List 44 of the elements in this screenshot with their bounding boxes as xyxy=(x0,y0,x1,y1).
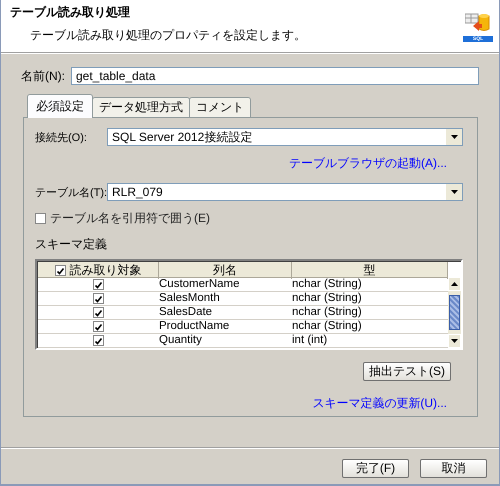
dropdown-arrow-icon xyxy=(450,190,458,194)
table-cell-text: Quantity xyxy=(159,334,203,347)
cancel-button[interactable]: 取消 xyxy=(420,459,487,478)
checkbox[interactable] xyxy=(93,293,104,304)
table-cell-text: int (int) xyxy=(292,334,328,347)
table-browser-link[interactable]: テーブルブラウザの起動(A)... xyxy=(289,155,447,172)
checkbox[interactable] xyxy=(93,307,104,318)
table-cell-text: nchar (String) xyxy=(292,278,363,291)
dialog-subtitle: テーブル読み取り処理のプロパティを設定します。 xyxy=(29,27,307,44)
checkbox[interactable] xyxy=(93,321,104,332)
table-cell-text: ProductName xyxy=(159,320,230,333)
connection-label: 接続先(O): xyxy=(35,130,88,144)
table-name-dropdown[interactable]: RLR_079 xyxy=(107,183,463,201)
checkbox[interactable] xyxy=(93,335,104,346)
table-cell-text: nchar (String) xyxy=(292,320,363,333)
table-cell-text: nchar (String) xyxy=(292,292,363,305)
update-schema-link[interactable]: スキーマ定義の更新(U)... xyxy=(312,395,447,412)
quote-option-label: テーブル名を引用符で囲う(E) xyxy=(50,210,210,227)
checkbox[interactable] xyxy=(93,279,104,290)
table-cell-text: CustomerName xyxy=(159,278,241,291)
column-header[interactable]: 列名 xyxy=(213,262,237,279)
scrollbar-thumb[interactable] xyxy=(449,295,460,330)
tab[interactable]: 必須設定 xyxy=(27,94,93,118)
table-cell-text: SalesMonth xyxy=(159,292,221,305)
dropdown-arrow-icon xyxy=(450,135,458,139)
table-name-label: テーブル名(T): xyxy=(35,186,107,200)
checkbox[interactable] xyxy=(54,265,66,276)
extract-test-button[interactable]: 抽出テスト(S) xyxy=(363,362,451,381)
tab[interactable]: コメント xyxy=(189,97,251,117)
scroll-up-icon[interactable] xyxy=(451,282,458,286)
schema-label: スキーマ定義 xyxy=(35,236,108,253)
tab[interactable]: データ処理方式 xyxy=(92,97,190,117)
table-cell-text: nchar (String) xyxy=(292,306,363,319)
connection-dropdown[interactable]: SQL Server 2012接続設定 xyxy=(107,128,463,146)
table-cell-text: SalesDate xyxy=(159,306,214,319)
database-table-icon xyxy=(465,14,490,31)
name-label: 名前(N): xyxy=(21,68,65,84)
scroll-down-icon[interactable] xyxy=(451,338,458,343)
column-header[interactable]: 読み取り対象 xyxy=(70,262,142,279)
checkbox[interactable] xyxy=(35,213,46,224)
dialog-title: テーブル読み取り処理 xyxy=(10,4,131,21)
column-header[interactable]: 型 xyxy=(364,262,376,279)
name-input-field[interactable]: get_table_data xyxy=(71,67,479,85)
finish-button[interactable]: 完了(F) xyxy=(342,459,409,478)
